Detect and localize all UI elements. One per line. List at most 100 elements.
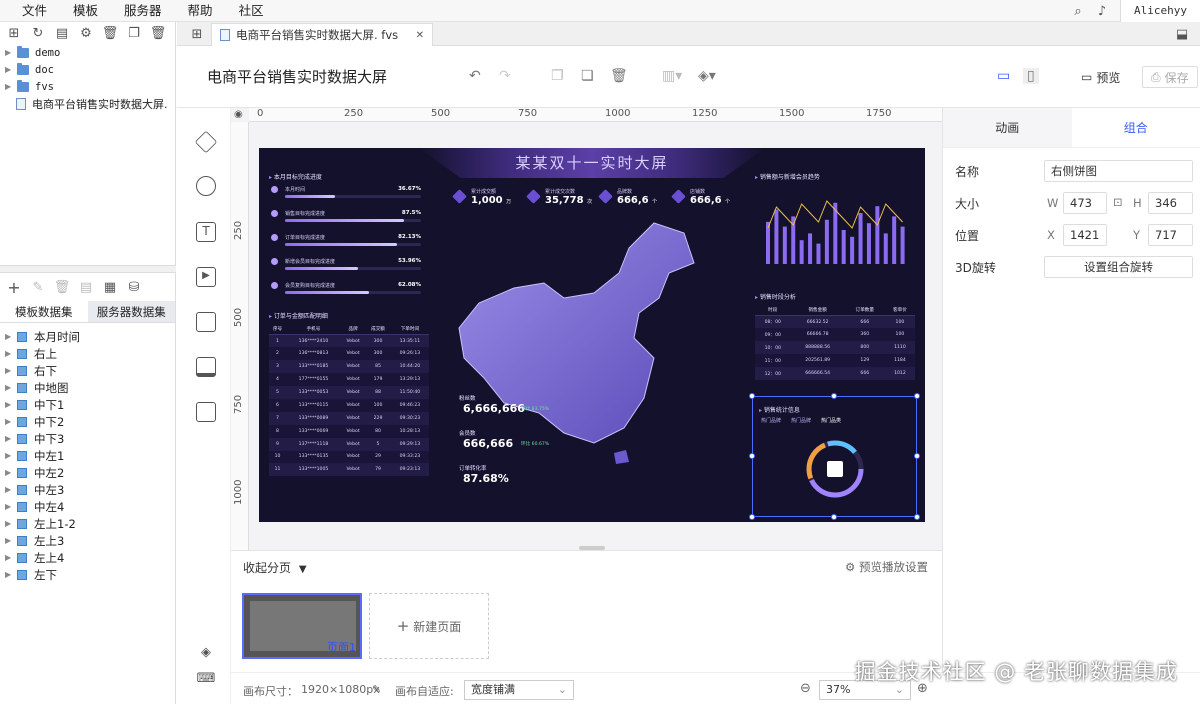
dataset-item[interactable]: ▶ 左上4 (0, 549, 175, 566)
window-icon[interactable]: ⬓ (1174, 26, 1190, 42)
inbox-icon[interactable] (196, 312, 216, 332)
menu-file[interactable]: 文件 (0, 0, 60, 22)
canvas-area[interactable]: 0 250 500 750 1000 1250 1500 1750 250 500 750 1000… (231, 108, 942, 550)
pages-panel: 收起分页 ▼ ⚙ 预览播放设置 页面1 + 新建页面 (231, 550, 942, 672)
name-input[interactable]: 右侧饼图 (1044, 160, 1193, 182)
dataset-item[interactable]: ▶ 中地图 (0, 379, 175, 396)
pc-view-icon[interactable]: ▭ (997, 68, 1010, 84)
tree-folder-fvs[interactable]: ▶ fvs (0, 78, 175, 95)
resize-handle[interactable] (831, 393, 837, 399)
new-template-icon[interactable]: ⊞ (6, 25, 22, 41)
resize-handle[interactable] (914, 453, 920, 459)
tree-folder-demo[interactable]: ▶ demo (0, 44, 175, 61)
page-thumbnail[interactable]: 页面1 (242, 593, 362, 659)
new-tab-icon[interactable]: ⊞ (189, 26, 205, 42)
group-rotate-button[interactable]: 设置组合旋转 (1044, 256, 1193, 278)
close-tab-icon[interactable]: ✕ (416, 30, 424, 41)
dataset-item[interactable]: ▶ 左上1-2 (0, 515, 175, 532)
zoom-out-icon[interactable]: ⊖ (800, 681, 811, 696)
tree-folder-doc[interactable]: ▶ doc (0, 61, 175, 78)
trash-icon[interactable]: 🗑 (150, 25, 167, 41)
width-input[interactable]: 473 (1063, 192, 1107, 214)
add-dataset-icon[interactable]: + (6, 278, 22, 297)
tab-template-dataset[interactable]: 模板数据集 (0, 301, 88, 322)
align-icon[interactable]: ▥▾ (662, 68, 682, 84)
search-icon[interactable]: ⌕ (1070, 3, 1086, 19)
dataset-item[interactable]: ▶ 左下 (0, 566, 175, 583)
undo-icon[interactable]: ↶ (469, 68, 481, 84)
menu-community[interactable]: 社区 (226, 0, 277, 22)
archive-icon[interactable] (196, 402, 216, 422)
dataset-item[interactable]: ▶ 中下1 (0, 396, 175, 413)
chart-pie-icon[interactable] (196, 176, 216, 196)
dataset-item[interactable]: ▶ 右上 (0, 345, 175, 362)
dataset-item[interactable]: ▶ 中左3 (0, 481, 175, 498)
selected-component-box[interactable]: 销售统计信息 热门品牌 热门品牌 热门品类 (749, 393, 920, 520)
x-input[interactable]: 1421 (1063, 224, 1107, 246)
edit-dataset-icon[interactable]: ✎ (30, 279, 46, 295)
dataset-item[interactable]: ▶ 中左4 (0, 498, 175, 515)
tab-animation[interactable]: 动画 (943, 108, 1072, 147)
edit-template-icon[interactable]: ▤ (54, 25, 70, 41)
delete-dataset-icon[interactable]: 🗑 (54, 279, 71, 295)
media-icon[interactable]: ▶ (196, 267, 216, 287)
resize-handle[interactable] (749, 393, 755, 399)
height-input[interactable]: 346 (1148, 192, 1193, 214)
delete-icon[interactable]: 🗑 (102, 25, 119, 41)
edit-size-icon[interactable]: ✎ (372, 683, 381, 696)
user-name[interactable]: Alicehyy (1120, 0, 1200, 22)
copy-icon[interactable]: ❐ (126, 25, 142, 41)
dashboard-canvas[interactable]: 某某双十一实时大屏 本月目标完成进度 本月时间36.67% 销售目标完成进度87.… (259, 148, 925, 522)
copy-icon[interactable]: ❐ (551, 68, 564, 84)
redo-icon[interactable]: ↷ (499, 68, 511, 84)
tree-file-dashboard[interactable]: 电商平台销售实时数据大屏. (0, 95, 175, 112)
resize-handle[interactable] (831, 514, 837, 520)
tab-server-dataset[interactable]: 服务器数据集 (87, 301, 175, 322)
table-cell: 666 (844, 315, 885, 329)
resize-handle[interactable] (749, 453, 755, 459)
resize-handle[interactable] (914, 393, 920, 399)
save-icon: ⎙ (1151, 69, 1161, 84)
eye-icon[interactable]: ◉ (234, 109, 243, 120)
resize-handle[interactable] (914, 514, 920, 520)
dataset-item[interactable]: ▶ 中左1 (0, 447, 175, 464)
new-page-button[interactable]: + 新建页面 (369, 593, 489, 659)
template-settings-icon[interactable]: ⚙ (78, 25, 94, 41)
preview-button[interactable]: ▭ 预览 (1081, 66, 1120, 88)
database-icon[interactable]: ⛁ (126, 279, 142, 295)
panel-splitter[interactable] (0, 265, 176, 273)
preview-dataset-icon[interactable]: ▤ (78, 279, 94, 295)
menu-template[interactable]: 模板 (60, 0, 111, 22)
document-tab[interactable]: 电商平台销售实时数据大屏. fvs ✕ (211, 23, 433, 46)
text-icon[interactable]: T (196, 222, 216, 242)
save-button[interactable]: ⎙ 保存 (1142, 66, 1198, 88)
mobile-view-icon[interactable]: ▯ (1023, 68, 1039, 84)
y-input[interactable]: 717 (1148, 224, 1193, 246)
menu-help[interactable]: 帮助 (175, 0, 226, 22)
delete-icon[interactable]: 🗑 (610, 68, 628, 84)
menu-server[interactable]: 服务器 (111, 0, 175, 22)
dataset-item[interactable]: ▶ 中下2 (0, 413, 175, 430)
tab-group[interactable]: 组合 (1071, 108, 1200, 147)
layers-icon[interactable]: ◈ (198, 644, 214, 660)
cube-icon[interactable] (194, 130, 218, 154)
bell-icon[interactable]: ♪ (1094, 3, 1110, 19)
dataset-item[interactable]: ▶ 左上3 (0, 532, 175, 549)
preview-settings-button[interactable]: ⚙ 预览播放设置 (845, 559, 928, 575)
table-icon[interactable] (196, 357, 216, 377)
refresh-icon[interactable]: ↻ (30, 25, 46, 41)
keyboard-icon[interactable]: ⌨ (197, 670, 216, 686)
canvas-fit-select[interactable]: 宽度铺满 ⌄ (464, 680, 574, 700)
table-cell: 133****0185 (286, 360, 341, 374)
dataset-item[interactable]: ▶ 本月时间 (0, 328, 175, 345)
layer-icon[interactable]: ◈▾ (698, 68, 716, 84)
table-header: 成交额 (365, 324, 391, 335)
dataset-item[interactable]: ▶ 中左2 (0, 464, 175, 481)
dataset-grid-icon[interactable]: ▦ (102, 279, 118, 295)
resize-handle[interactable] (749, 514, 755, 520)
dataset-item[interactable]: ▶ 中下3 (0, 430, 175, 447)
paste-icon[interactable]: ❏ (581, 68, 594, 84)
lock-ratio-icon[interactable]: ⊡ (1113, 195, 1123, 209)
collapse-pages-button[interactable]: 收起分页 ▼ (243, 559, 307, 576)
dataset-item[interactable]: ▶ 右下 (0, 362, 175, 379)
